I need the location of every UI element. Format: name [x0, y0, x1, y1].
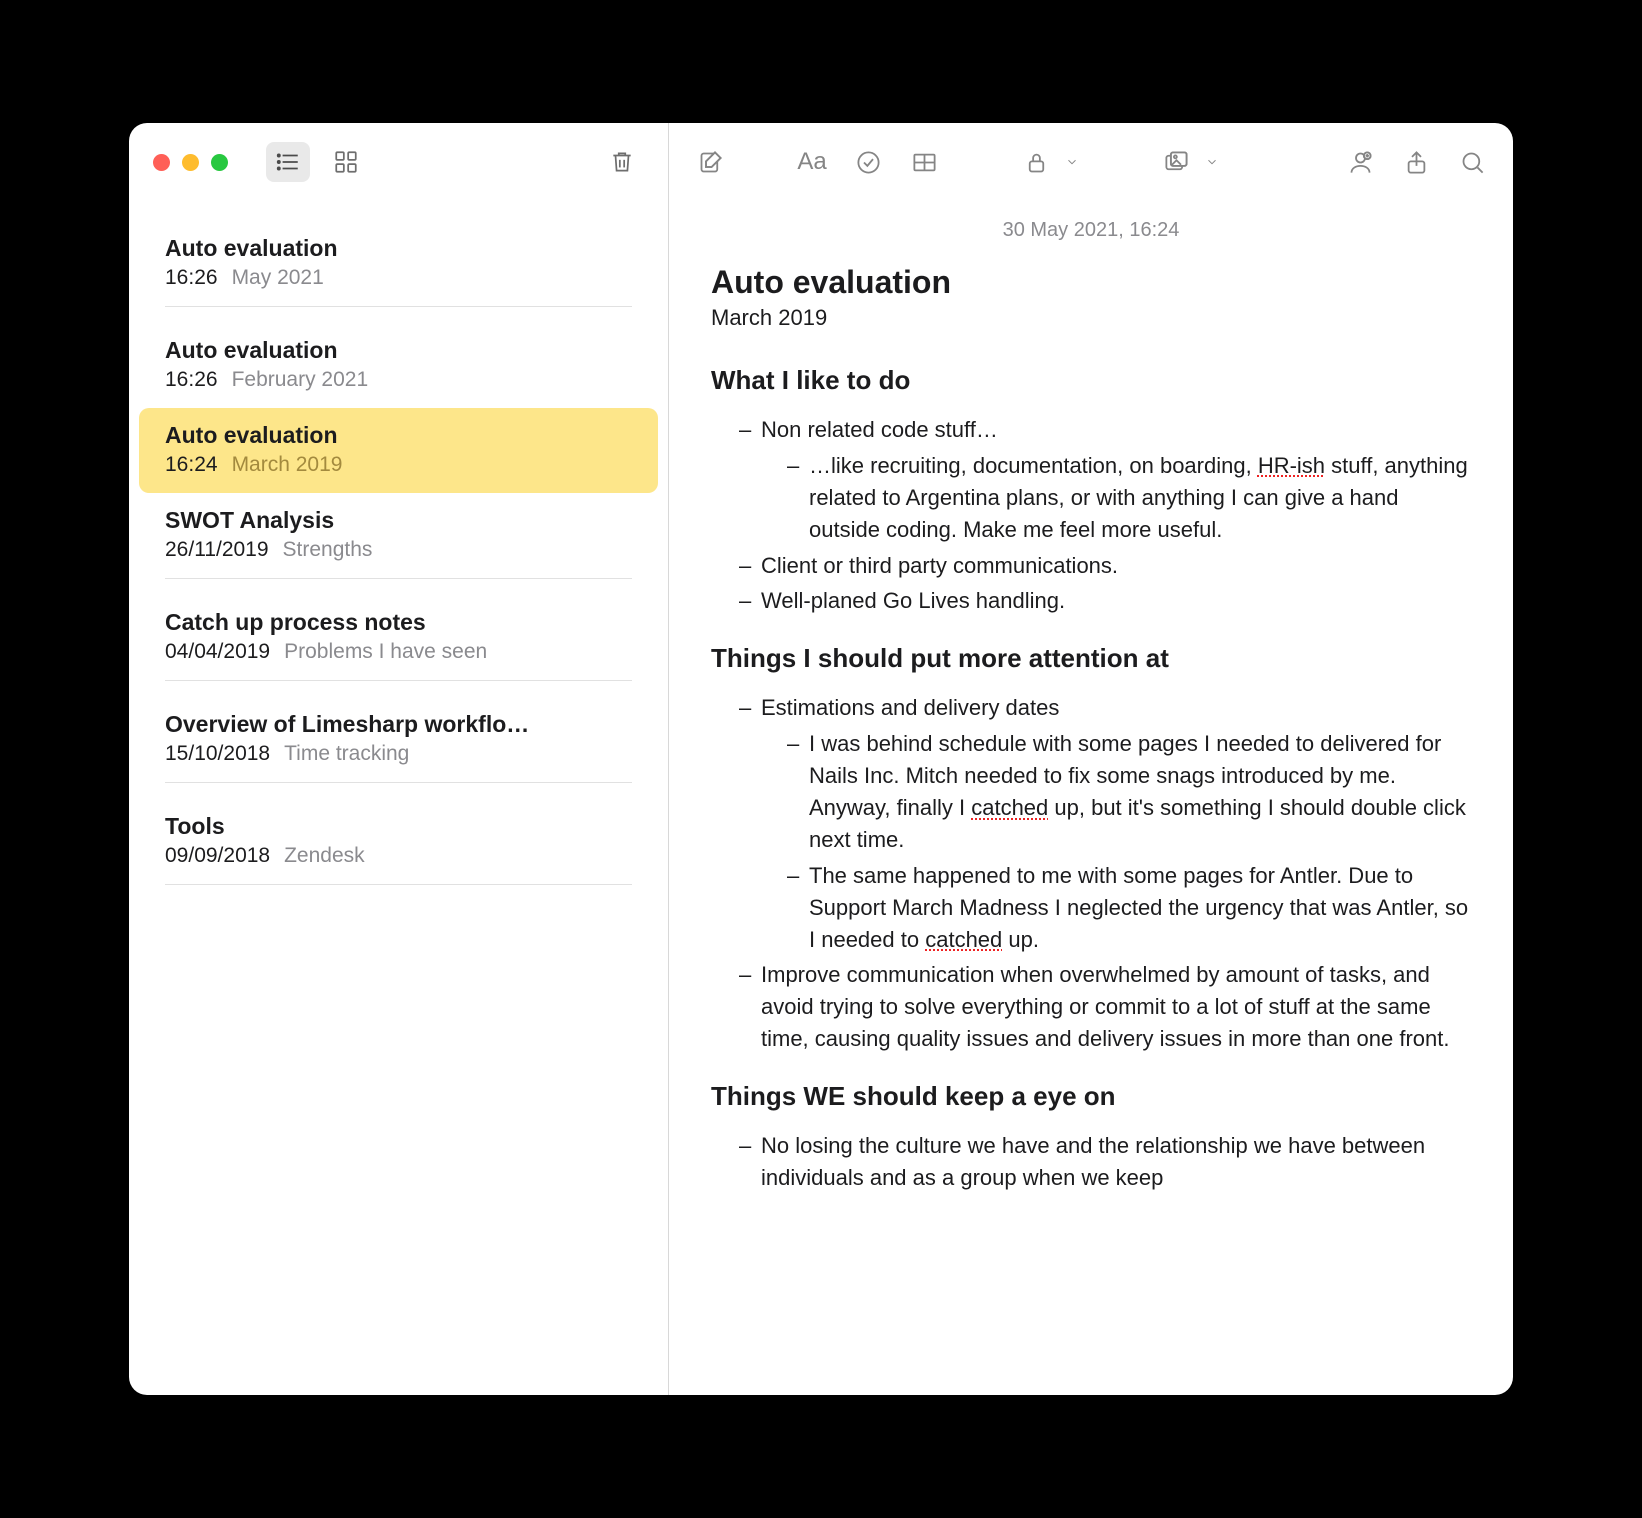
spell-error[interactable]: HR-ish — [1258, 453, 1325, 478]
note-list-item-title: Tools — [165, 813, 632, 840]
new-note-button[interactable] — [695, 147, 725, 177]
note-list-item[interactable]: Auto evaluation 16:24March 2019 — [139, 408, 658, 493]
note-title[interactable]: Auto evaluation — [711, 264, 1471, 301]
fullscreen-window-button[interactable] — [211, 154, 228, 171]
share-button[interactable] — [1401, 147, 1431, 177]
delete-note-button[interactable] — [600, 142, 644, 182]
window-controls — [153, 154, 228, 171]
note-list-item-title: Auto evaluation — [165, 422, 632, 449]
note-list-item[interactable]: Tools 09/09/2018Zendesk — [139, 799, 658, 901]
list-item-text: …like recruiting, documentation, on boar… — [809, 453, 1258, 478]
notes-window: Auto evaluation16:26May 2021Auto evaluat… — [129, 123, 1513, 1395]
note-list-item-meta: 09/09/2018Zendesk — [165, 844, 632, 868]
section-heading[interactable]: Things I should put more attention at — [711, 643, 1471, 674]
bullet-list[interactable]: Estimations and delivery dates I was beh… — [711, 692, 1471, 1055]
checklist-button[interactable] — [853, 147, 883, 177]
main-pane: Aa — [669, 123, 1513, 1395]
list-item[interactable]: Client or third party communications. — [739, 550, 1471, 582]
list-item-text: up. — [1002, 927, 1039, 952]
note-list-item-meta: 16:24March 2019 — [165, 453, 632, 477]
list-item[interactable]: No losing the culture we have and the re… — [739, 1130, 1471, 1194]
lock-note-button[interactable] — [1021, 147, 1051, 177]
close-window-button[interactable] — [153, 154, 170, 171]
section-heading[interactable]: What I like to do — [711, 365, 1471, 396]
gallery-view-button[interactable] — [324, 142, 368, 182]
bullet-list[interactable]: No losing the culture we have and the re… — [711, 1130, 1471, 1194]
note-list-item-title: Catch up process notes — [165, 609, 632, 636]
note-list-item-title: Auto evaluation — [165, 337, 632, 364]
note-list-item[interactable]: Overview of Limesharp workflo… 15/10/2018… — [139, 697, 658, 799]
sidebar: Auto evaluation16:26May 2021Auto evaluat… — [129, 123, 669, 1395]
collaborate-button[interactable] — [1345, 147, 1375, 177]
note-list-item[interactable]: Auto evaluation 16:26February 2021 — [139, 323, 658, 408]
sidebar-toolbar — [129, 123, 668, 201]
table-button[interactable] — [909, 147, 939, 177]
chevron-down-icon — [1205, 155, 1219, 169]
note-list-item-meta: 16:26February 2021 — [165, 368, 632, 392]
chevron-down-icon — [1065, 155, 1079, 169]
list-item[interactable]: …like recruiting, documentation, on boar… — [787, 450, 1471, 546]
list-item-text: Non related code stuff… — [761, 417, 998, 442]
media-button[interactable] — [1161, 147, 1191, 177]
minimize-window-button[interactable] — [182, 154, 199, 171]
note-list-item-title: Overview of Limesharp workflo… — [165, 711, 632, 738]
note-list-item-title: SWOT Analysis — [165, 507, 632, 534]
list-item[interactable]: Well-planed Go Lives handling. — [739, 585, 1471, 617]
list-item[interactable]: The same happened to me with some pages … — [787, 860, 1471, 956]
note-list-item-title: Auto evaluation — [165, 235, 632, 262]
note-editor[interactable]: 30 May 2021, 16:24 Auto evaluation March… — [669, 201, 1513, 1395]
note-subtitle[interactable]: March 2019 — [711, 305, 1471, 331]
list-item[interactable]: Non related code stuff… …like recruiting… — [739, 414, 1471, 546]
list-item-text: The same happened to me with some pages … — [809, 863, 1468, 952]
format-button[interactable]: Aa — [797, 147, 827, 177]
spell-error[interactable]: catched — [925, 927, 1002, 952]
note-list-item-meta: 16:26May 2021 — [165, 266, 632, 290]
list-item[interactable]: Improve communication when overwhelmed b… — [739, 959, 1471, 1055]
spell-error[interactable]: catched — [971, 795, 1048, 820]
note-list-item[interactable]: Auto evaluation 16:26May 2021 — [139, 221, 658, 323]
bullet-list[interactable]: Non related code stuff… …like recruiting… — [711, 414, 1471, 617]
list-view-button[interactable] — [266, 142, 310, 182]
note-list-item-meta: 15/10/2018Time tracking — [165, 742, 632, 766]
section-heading[interactable]: Things WE should keep a eye on — [711, 1081, 1471, 1112]
note-list-item[interactable]: Catch up process notes 04/04/2019Problems… — [139, 595, 658, 697]
note-list-item-meta: 04/04/2019Problems I have seen — [165, 640, 632, 664]
list-item[interactable]: I was behind schedule with some pages I … — [787, 728, 1471, 856]
list-item-text: Estimations and delivery dates — [761, 695, 1059, 720]
search-button[interactable] — [1457, 147, 1487, 177]
list-item[interactable]: Estimations and delivery dates I was beh… — [739, 692, 1471, 955]
main-toolbar: Aa — [669, 123, 1513, 201]
note-datestamp: 30 May 2021, 16:24 — [711, 219, 1471, 242]
note-list-item-meta: 26/11/2019Strengths — [165, 538, 632, 562]
note-list-item[interactable]: SWOT Analysis 26/11/2019Strengths — [139, 493, 658, 595]
note-list[interactable]: Auto evaluation16:26May 2021Auto evaluat… — [129, 201, 668, 1395]
